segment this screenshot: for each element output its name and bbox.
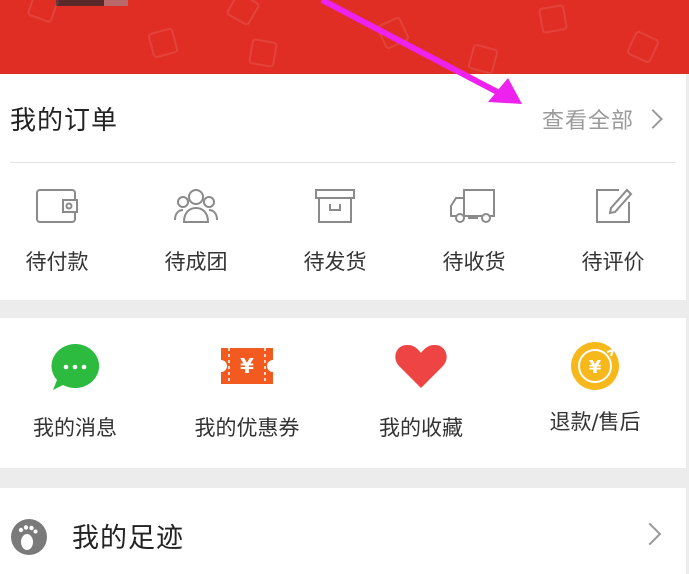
my-favorites-entry[interactable]: 我的收藏 (346, 340, 496, 450)
avatar-edge (104, 0, 128, 6)
banner-pattern-icon (147, 27, 179, 59)
order-status-label: 待发货 (303, 250, 367, 274)
package-icon (315, 189, 355, 223)
avatar[interactable] (56, 0, 104, 6)
orders-title: 我的订单 (10, 106, 119, 136)
wallet-icon (36, 189, 78, 223)
order-status-label: 待评价 (581, 250, 645, 274)
profile-header-banner (0, 0, 689, 74)
service-label: 我的优惠券 (194, 416, 300, 440)
orders-card: 我的订单 查看全部 待付款 待成团 待发货 待收货 待评价 (0, 74, 686, 300)
message-icon (51, 343, 100, 390)
banner-pattern-icon (247, 37, 279, 69)
order-status-pending-shipment[interactable]: 待发货 (280, 184, 390, 284)
group-icon (174, 189, 218, 223)
my-footprint-row[interactable]: 我的足迹 (0, 488, 686, 574)
banner-pattern-icon (225, 0, 261, 27)
service-label: 我的消息 (33, 416, 117, 440)
service-label: 退款/售后 (549, 410, 641, 434)
refund-after-sales-entry[interactable]: ¥ 退款/售后 (520, 340, 670, 450)
order-status-label: 待付款 (25, 250, 89, 274)
banner-pattern-icon (26, 0, 60, 24)
order-status-pending-receipt[interactable]: 待收货 (419, 184, 529, 284)
banner-pattern-icon (467, 43, 499, 74)
coupon-icon: ¥ (221, 348, 273, 384)
order-status-row: 待付款 待成团 待发货 待收货 待评价 (0, 184, 686, 284)
order-status-pending-group[interactable]: 待成团 (141, 184, 251, 284)
my-footprint-label: 我的足迹 (72, 523, 184, 554)
coupon-currency-symbol: ¥ (240, 354, 254, 378)
order-status-pending-payment[interactable]: 待付款 (2, 184, 112, 284)
orders-header: 我的订单 查看全部 (10, 74, 676, 163)
view-all-orders-link[interactable]: 查看全部 (542, 102, 664, 136)
heart-icon (395, 344, 447, 388)
view-all-label: 查看全部 (541, 109, 634, 134)
chevron-right-icon (643, 109, 663, 129)
footprint-icon (11, 519, 47, 555)
banner-pattern-icon (375, 15, 411, 51)
edit-icon (596, 188, 633, 223)
my-coupons-entry[interactable]: ¥ 我的优惠券 (172, 340, 322, 450)
order-status-pending-review[interactable]: 待评价 (558, 184, 668, 284)
banner-pattern-icon (625, 29, 661, 65)
truck-icon (450, 189, 495, 223)
chevron-right-icon (638, 522, 662, 546)
my-messages-entry[interactable]: 我的消息 (0, 340, 150, 450)
banner-pattern-icon (537, 3, 569, 35)
refund-currency-symbol: ¥ (589, 357, 602, 378)
refund-icon: ¥ (571, 342, 619, 390)
service-label: 我的收藏 (379, 416, 463, 440)
order-status-label: 待成团 (164, 250, 228, 274)
services-card: 我的消息 ¥ 我的优惠券 我的收藏 ¥ 退款/售后 (0, 318, 686, 468)
order-status-label: 待收货 (442, 250, 506, 274)
